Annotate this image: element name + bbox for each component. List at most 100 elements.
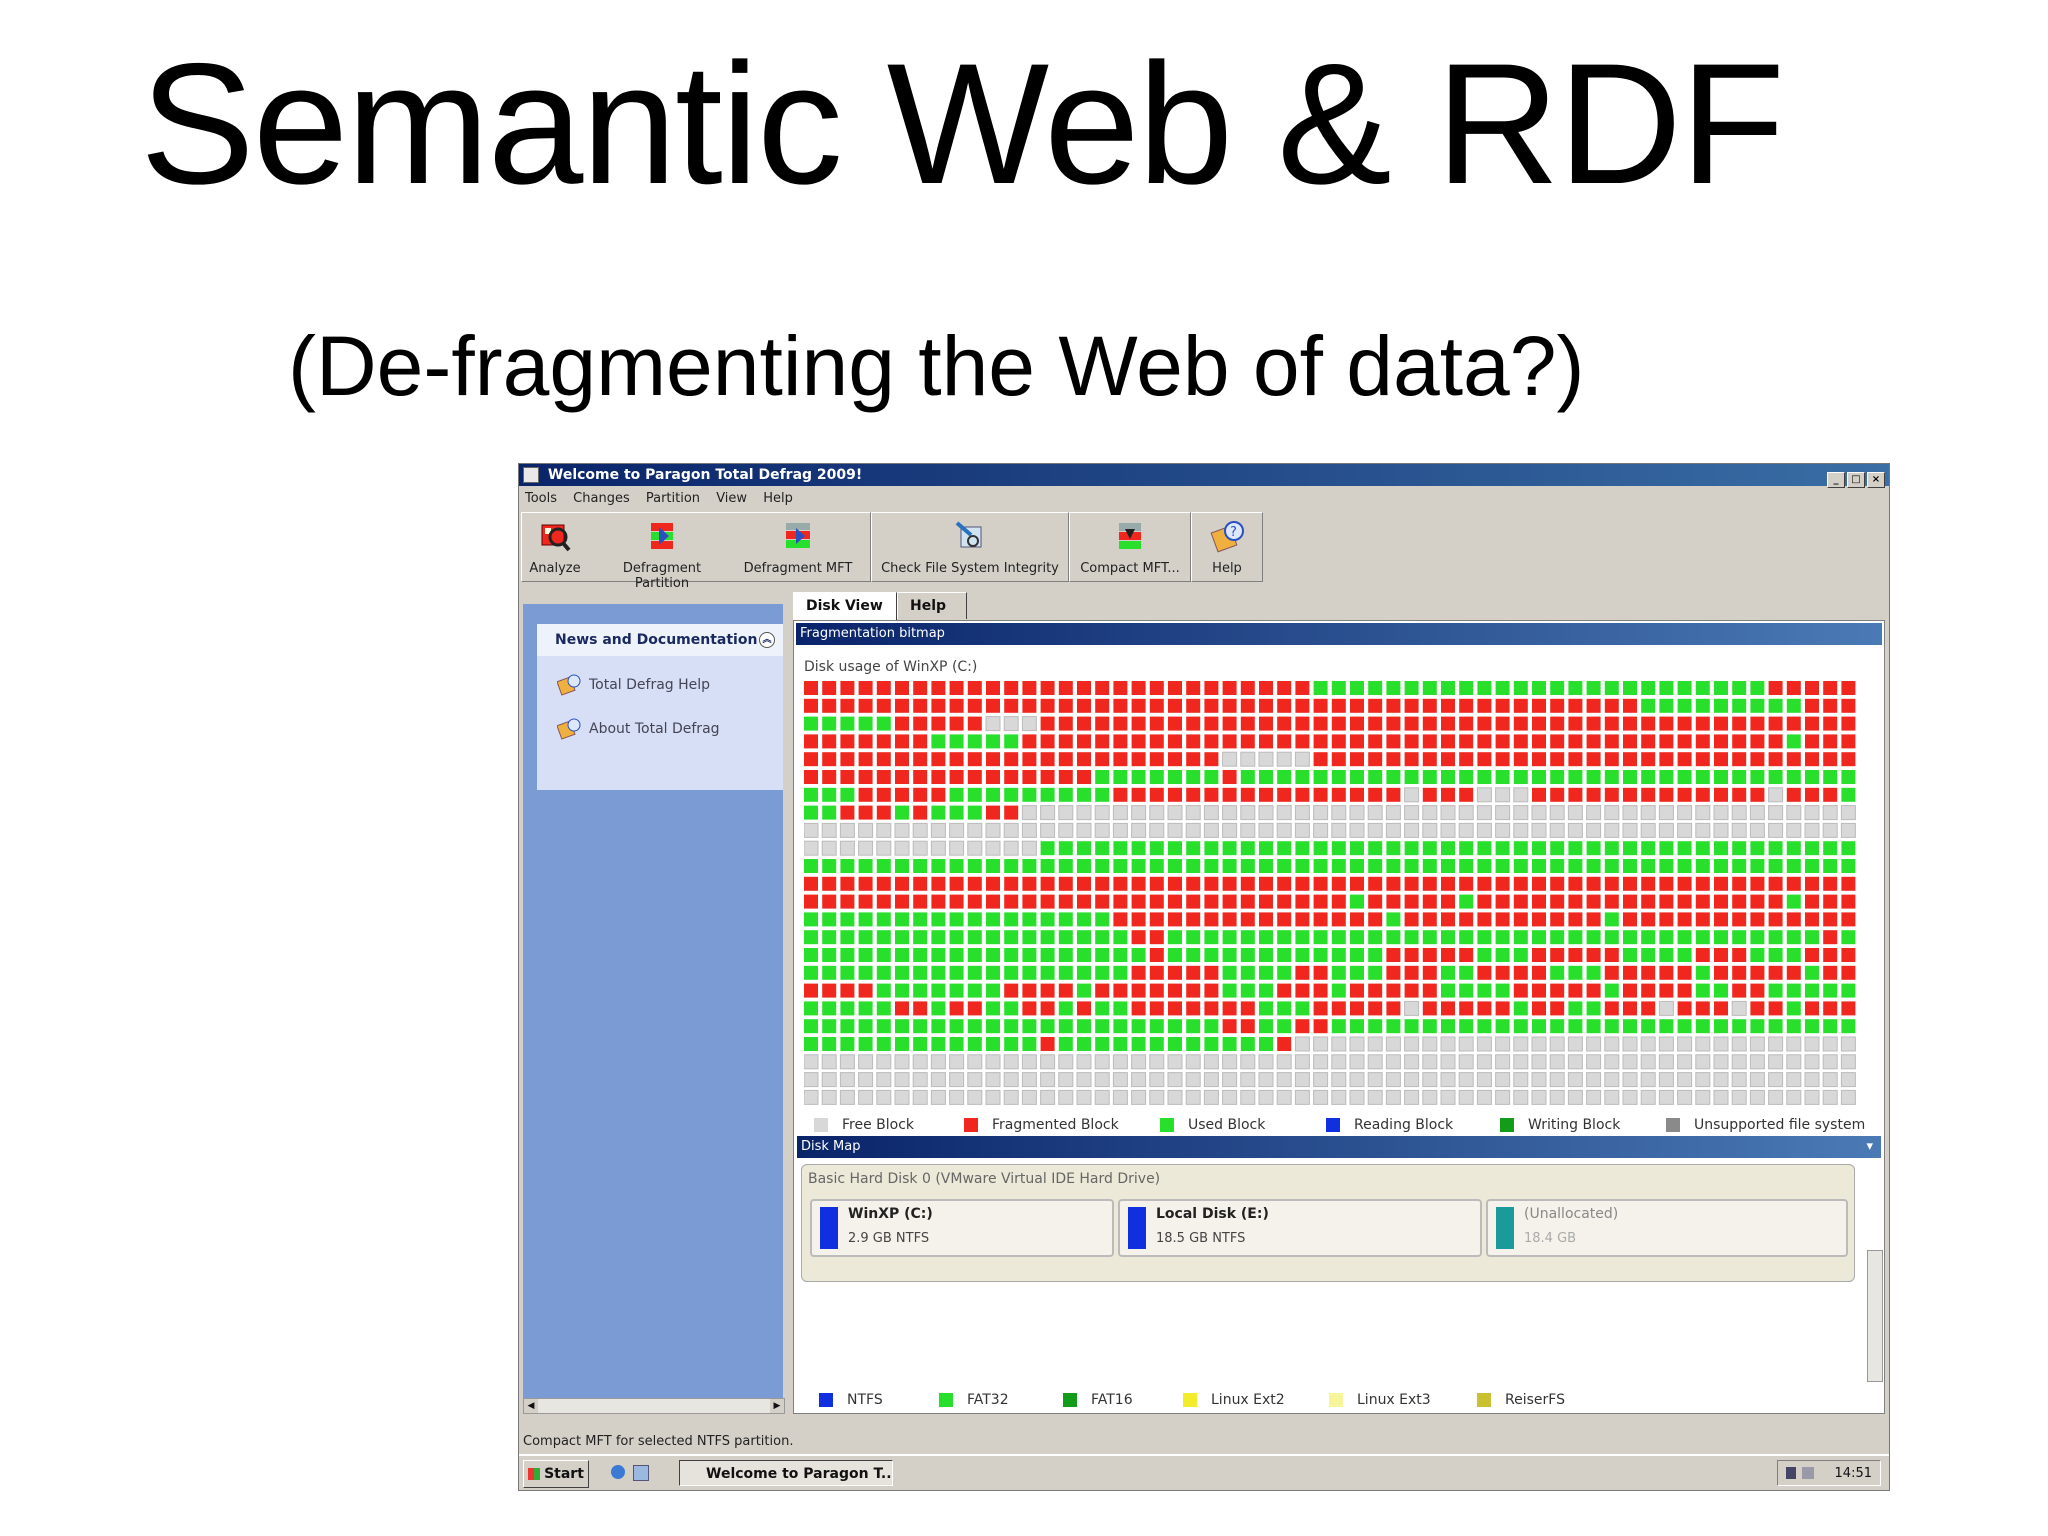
bitmap-block xyxy=(1277,787,1292,802)
bitmap-block xyxy=(1276,751,1292,767)
bitmap-block xyxy=(1167,1089,1183,1105)
bitmap-block xyxy=(895,681,909,695)
bitmap-block xyxy=(1768,716,1783,731)
start-button[interactable]: Start xyxy=(523,1460,589,1488)
minimize-icon[interactable]: _ xyxy=(1827,472,1845,488)
bitmap-block xyxy=(1313,930,1328,945)
help-button[interactable]: ? Help xyxy=(1200,515,1254,579)
bitmap-block xyxy=(1113,734,1128,749)
defragment-mft-button[interactable]: Defragment MFT xyxy=(736,515,860,579)
bitmap-block xyxy=(894,822,910,838)
svg-text:?: ? xyxy=(1230,525,1237,540)
window-titlebar[interactable]: Welcome to Paragon Total Defrag 2009! _ □… xyxy=(519,464,1889,488)
menu-partition[interactable]: Partition xyxy=(646,491,700,506)
bitmap-block xyxy=(1203,1089,1219,1105)
bitmap-block xyxy=(1277,859,1292,873)
bitmap-block xyxy=(1805,1019,1819,1034)
sidebar-item-help[interactable]: Total Defrag Help xyxy=(557,670,710,700)
collapse-icon[interactable]: ︽ xyxy=(759,632,775,648)
bitmap-block xyxy=(1805,930,1819,945)
disk-0-box[interactable]: Basic Hard Disk 0 (VMware Virtual IDE Ha… xyxy=(801,1164,1855,1282)
bitmap-block xyxy=(1714,983,1728,998)
bitmap-block xyxy=(1386,894,1401,909)
bitmap-block xyxy=(1022,787,1037,802)
scroll-left-icon[interactable]: ◀ xyxy=(524,1399,538,1413)
menu-view[interactable]: View xyxy=(716,491,747,506)
legend-unsupported: Unsupported file system xyxy=(1666,1117,1865,1133)
ext2-label: Linux Ext2 xyxy=(1211,1392,1285,1408)
bitmap-block xyxy=(1186,1019,1201,1034)
bitmap-block xyxy=(1568,876,1583,891)
bitmap-block xyxy=(1222,1089,1238,1105)
partition-e[interactable]: Local Disk (E:) 18.5 GB NTFS xyxy=(1118,1199,1482,1257)
bitmap-block xyxy=(1313,1001,1328,1016)
disk-map-vscrollbar[interactable] xyxy=(1867,1250,1883,1382)
ie-icon[interactable] xyxy=(611,1465,625,1479)
tab-disk-view[interactable]: Disk View xyxy=(793,592,897,621)
bitmap-block xyxy=(1004,948,1019,962)
bitmap-block xyxy=(858,876,873,891)
bitmap-block xyxy=(1368,965,1383,980)
bitmap-block xyxy=(1003,840,1019,856)
partition-c[interactable]: WinXP (C:) 2.9 GB NTFS xyxy=(810,1199,1114,1257)
menu-help[interactable]: Help xyxy=(763,491,793,506)
tab-help[interactable]: Help xyxy=(897,592,967,619)
menu-changes[interactable]: Changes xyxy=(573,491,630,506)
bitmap-block xyxy=(1586,930,1601,945)
ntfs-swatch xyxy=(819,1393,833,1407)
bitmap-block xyxy=(1731,1036,1747,1052)
close-icon[interactable]: × xyxy=(1867,472,1885,488)
bitmap-block xyxy=(1641,734,1656,749)
bitmap-block xyxy=(1786,716,1801,731)
news-heading[interactable]: News and Documentation ︽ xyxy=(537,624,783,656)
bitmap-block xyxy=(1786,1072,1802,1088)
bitmap-block xyxy=(840,965,855,980)
bitmap-block xyxy=(1495,805,1511,821)
bitmap-block xyxy=(1586,948,1601,962)
bitmap-block xyxy=(1513,1054,1529,1070)
bitmap-block xyxy=(895,770,909,784)
scroll-right-icon[interactable]: ▶ xyxy=(770,1399,784,1413)
bitmap-block xyxy=(1513,734,1528,749)
compact-mft-button[interactable]: Compact MFT... xyxy=(1076,515,1184,579)
bitmap-block xyxy=(1422,1054,1438,1070)
bitmap-block xyxy=(1313,698,1328,713)
volume-icon[interactable] xyxy=(1802,1467,1814,1479)
bitmap-block xyxy=(1186,948,1201,962)
maximize-icon[interactable]: □ xyxy=(1847,472,1865,488)
disk-map-header[interactable]: Disk Map ▾ xyxy=(797,1136,1881,1158)
analyze-button[interactable]: Analyze xyxy=(528,515,582,579)
bitmap-block xyxy=(1532,876,1546,891)
menu-tools[interactable]: Tools xyxy=(525,491,557,506)
chevron-down-icon[interactable]: ▾ xyxy=(1866,1136,1873,1158)
bitmap-block xyxy=(913,983,928,998)
check-fs-label: Check File System Integrity xyxy=(881,561,1059,576)
bitmap-block xyxy=(1003,716,1019,732)
bitmap-block xyxy=(1567,805,1583,821)
explorer-icon[interactable] xyxy=(633,1465,649,1481)
bitmap-block xyxy=(1586,1019,1601,1034)
bitmap-block xyxy=(804,859,818,873)
bitmap-block xyxy=(1040,787,1055,802)
bitmap-block xyxy=(1658,805,1674,821)
partition-unallocated[interactable]: (Unallocated) 18.4 GB xyxy=(1486,1199,1848,1257)
defragment-partition-button[interactable]: Defragment Partition xyxy=(594,515,730,591)
bitmap-block xyxy=(931,1019,946,1034)
bitmap-block xyxy=(1841,859,1856,873)
bitmap-block xyxy=(858,859,873,873)
taskbar-window-button[interactable]: Welcome to Paragon T... xyxy=(679,1460,893,1486)
bitmap-block xyxy=(1350,876,1364,891)
sidebar-hscrollbar[interactable]: ◀ ▶ xyxy=(523,1398,785,1414)
bitmap-block xyxy=(1113,716,1128,731)
sidebar-item-about[interactable]: About Total Defrag xyxy=(557,714,720,744)
bitmap-block xyxy=(1477,681,1492,695)
check-fs-button[interactable]: Check File System Integrity xyxy=(878,515,1062,579)
bitmap-block xyxy=(1149,841,1164,856)
bitmap-block xyxy=(1240,698,1255,713)
bitmap-block xyxy=(1677,716,1692,731)
bitmap-block xyxy=(1477,770,1492,784)
network-icon[interactable] xyxy=(1786,1467,1796,1479)
bitmap-block xyxy=(1077,698,1091,713)
bitmap-block xyxy=(1823,1019,1838,1034)
fragmentation-header[interactable]: Fragmentation bitmap xyxy=(796,623,1882,645)
